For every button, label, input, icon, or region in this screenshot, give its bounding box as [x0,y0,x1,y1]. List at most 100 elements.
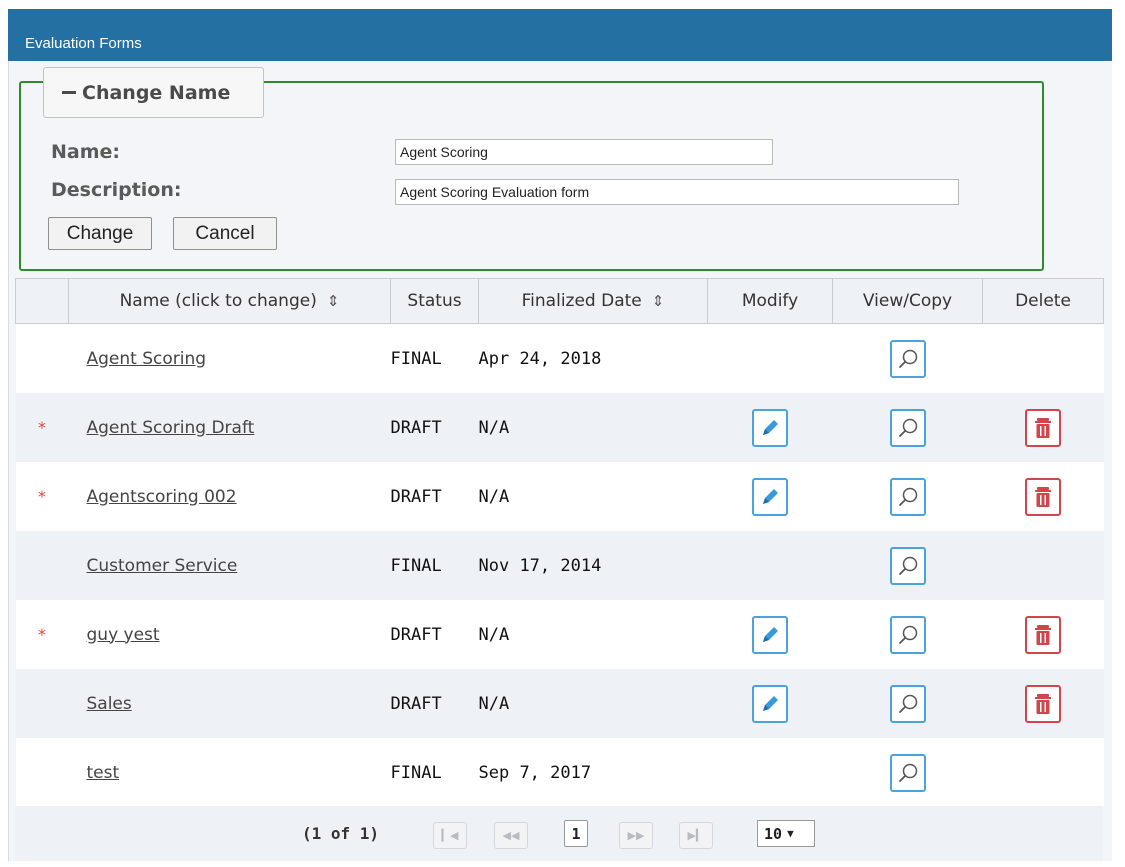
view-copy-cell [832,531,983,600]
required-cell [15,738,69,807]
name-cell: Agent Scoring [68,323,391,393]
form-name-link[interactable]: test [69,763,120,783]
status-cell: DRAFT [390,669,479,738]
modify-cell [707,669,833,738]
form-name-link[interactable]: Agentscoring 002 [69,487,237,507]
modify-cell [707,600,833,669]
form-name-link[interactable]: Customer Service [69,556,238,576]
view-copy-button[interactable] [889,615,926,654]
required-star: * [37,487,47,506]
view-copy-cell [832,323,983,393]
required-star: * [37,418,47,437]
status-cell: FINAL [390,323,479,393]
header-finalized-label: Finalized Date [521,291,642,311]
table-row: test FINAL Sep 7, 2017 [15,738,1104,807]
next-page-button[interactable]: ▶▶ [619,822,653,849]
table-row: * Agent Scoring Draft DRAFT N/A [15,393,1104,462]
page-summary: (1 of 1) [302,824,380,843]
modify-cell [707,393,833,462]
header-status: Status [390,278,479,324]
header-name[interactable]: Name (click to change) ⇕ [68,278,391,324]
header-modify: Modify [707,278,833,324]
required-cell [15,323,69,393]
table-row: * guy yest DRAFT N/A [15,600,1104,669]
description-input[interactable] [395,179,959,205]
magnifier-icon [898,418,917,437]
panel-title: Evaluation Forms [8,9,1112,61]
table-row: * Agentscoring 002 DRAFT N/A [15,462,1104,531]
previous-page-button[interactable]: ◀◀ [494,822,528,849]
modify-button[interactable] [752,615,788,654]
magnifier-icon [898,694,917,713]
view-copy-button[interactable] [889,684,926,723]
trash-icon [1035,486,1051,507]
trash-icon [1035,624,1051,645]
delete-cell [982,738,1104,807]
form-name-link[interactable]: guy yest [69,625,160,645]
table-row: Sales DRAFT N/A [15,669,1104,738]
magnifier-icon [898,556,917,575]
status-cell: DRAFT [390,462,479,531]
finalized-date-cell: Nov 17, 2014 [478,531,708,600]
header-finalized-date[interactable]: Finalized Date ⇕ [478,278,708,324]
delete-button[interactable] [1025,615,1061,654]
rows-per-page-value: 10 [764,824,783,843]
modify-button[interactable] [752,684,788,723]
magnifier-icon [898,487,917,506]
header-required [15,278,69,324]
form-name-link[interactable]: Agent Scoring Draft [69,418,255,438]
trash-icon [1035,693,1051,714]
form-name-link[interactable]: Agent Scoring [69,349,207,369]
header-delete: Delete [982,278,1104,324]
required-star: * [37,625,47,644]
delete-cell [982,531,1104,600]
delete-cell [982,600,1104,669]
collapse-change-name-toggle[interactable]: Change Name [43,67,264,118]
magnifier-icon [898,625,917,644]
name-label: Name: [51,141,121,163]
delete-cell [982,323,1104,393]
view-copy-button[interactable] [889,408,926,447]
delete-button[interactable] [1025,408,1061,447]
modify-cell [707,462,833,531]
delete-button[interactable] [1025,477,1061,516]
pagination-bar: (1 of 1) ▎◀ ◀◀ 1 ▶▶ ▶▎ 10 ▼ [15,806,1103,861]
cancel-button[interactable]: Cancel [173,217,277,250]
pencil-icon [763,626,778,642]
required-cell: * [15,393,69,462]
modify-button[interactable] [752,477,788,516]
delete-cell [982,393,1104,462]
table-header-row: Name (click to change) ⇕ Status Finalized… [15,278,1104,324]
last-page-button[interactable]: ▶▎ [679,822,713,849]
sort-icon[interactable]: ⇕ [327,292,340,310]
status-cell: DRAFT [390,600,479,669]
magnifier-icon [898,349,917,368]
view-copy-cell [832,393,983,462]
current-page-button[interactable]: 1 [564,820,588,847]
evaluation-forms-table: Name (click to change) ⇕ Status Finalized… [15,278,1104,807]
delete-cell [982,462,1104,531]
required-cell: * [15,462,69,531]
modify-cell [707,531,833,600]
required-cell [15,669,69,738]
sort-icon[interactable]: ⇕ [652,292,665,310]
finalized-date-cell: Apr 24, 2018 [478,323,708,393]
finalized-date-cell: N/A [478,462,708,531]
view-copy-cell [832,669,983,738]
name-cell: Sales [68,669,391,738]
view-copy-button[interactable] [889,753,926,792]
table-row: Customer Service FINAL Nov 17, 2014 [15,531,1104,600]
required-cell: * [15,600,69,669]
delete-button[interactable] [1025,684,1061,723]
view-copy-button[interactable] [889,339,926,378]
modify-cell [707,323,833,393]
change-button[interactable]: Change [48,217,152,250]
view-copy-button[interactable] [889,477,926,516]
rows-per-page-select[interactable]: 10 ▼ [757,820,815,847]
first-page-button[interactable]: ▎◀ [433,822,467,849]
name-input[interactable] [395,139,773,165]
view-copy-button[interactable] [889,546,926,585]
form-name-link[interactable]: Sales [69,694,132,714]
name-cell: test [68,738,391,807]
modify-button[interactable] [752,408,788,447]
